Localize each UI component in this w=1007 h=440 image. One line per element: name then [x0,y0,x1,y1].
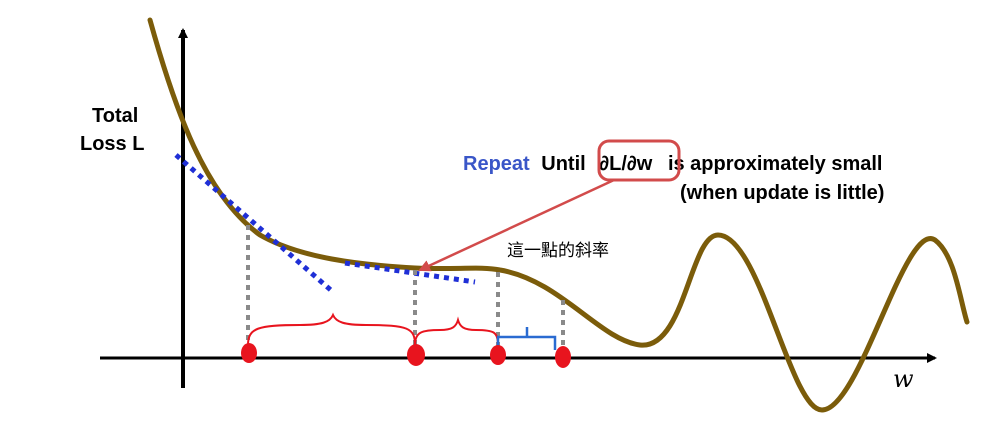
update-points [241,343,571,368]
x-axis-label: w [893,365,914,393]
until-word: Until [541,153,585,175]
point-1 [241,343,257,363]
step-brace-1 [247,312,416,346]
tangent-line-1 [174,153,335,294]
gradient-descent-diagram: Total Loss L w Repeat Until ∂L/∂w is app… [80,17,970,413]
annotation-rest: is approximately small [668,153,883,175]
annotation-line2: (when update is little) [680,182,884,204]
point-2 [407,344,425,366]
slope-note: 這一點的斜率 [507,241,609,261]
point-3 [490,345,506,365]
repeat-word: Repeat [463,153,530,175]
point-4 [555,346,571,368]
small-step-bracket [496,327,557,350]
annotation-line1: Repeat Until ∂L/∂w is approximately smal… [463,153,882,175]
step-brace-2 [414,316,499,346]
y-axis-label-line2: Loss L [80,133,144,155]
derivative-term: ∂L/∂w [599,153,653,175]
y-axis-label-line1: Total [92,105,138,127]
